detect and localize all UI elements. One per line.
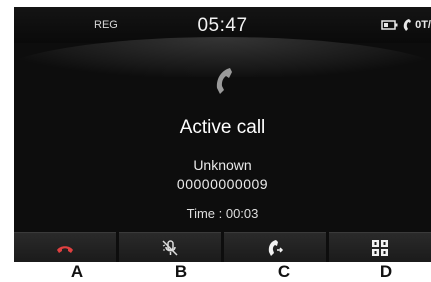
callout-d: D — [379, 262, 393, 281]
end-call-button[interactable] — [14, 232, 116, 262]
call-status-title: Active call — [179, 117, 266, 138]
call-controls — [14, 232, 431, 262]
battery-icon — [381, 20, 398, 30]
dialpad-icon — [372, 240, 388, 256]
dialpad-button[interactable] — [329, 232, 431, 262]
switch-to-handset-icon — [268, 240, 284, 256]
callout-c: C — [277, 262, 291, 281]
clock: 05:47 — [197, 15, 248, 36]
infotainment-screen: REG 05:47 0T/ Active call Unknown 000000… — [14, 7, 431, 262]
phone-handset-icon — [216, 68, 232, 94]
switch-to-handset-button[interactable] — [224, 232, 326, 262]
caller-name: Unknown — [193, 157, 252, 173]
phone-signal-icon — [403, 19, 412, 31]
callout-b: B — [174, 262, 188, 281]
call-duration: Time : 00:03 — [186, 206, 259, 221]
caller-number: 00000000009 — [176, 176, 269, 192]
status-icons: 0T/ — [381, 18, 431, 32]
callout-labels: A B C D — [0, 262, 431, 281]
end-call-icon — [57, 246, 73, 253]
mute-button[interactable] — [119, 232, 221, 262]
callout-a: A — [70, 262, 84, 281]
mute-microphone-icon — [162, 240, 178, 256]
status-right-text: 0T/ — [415, 19, 431, 31]
